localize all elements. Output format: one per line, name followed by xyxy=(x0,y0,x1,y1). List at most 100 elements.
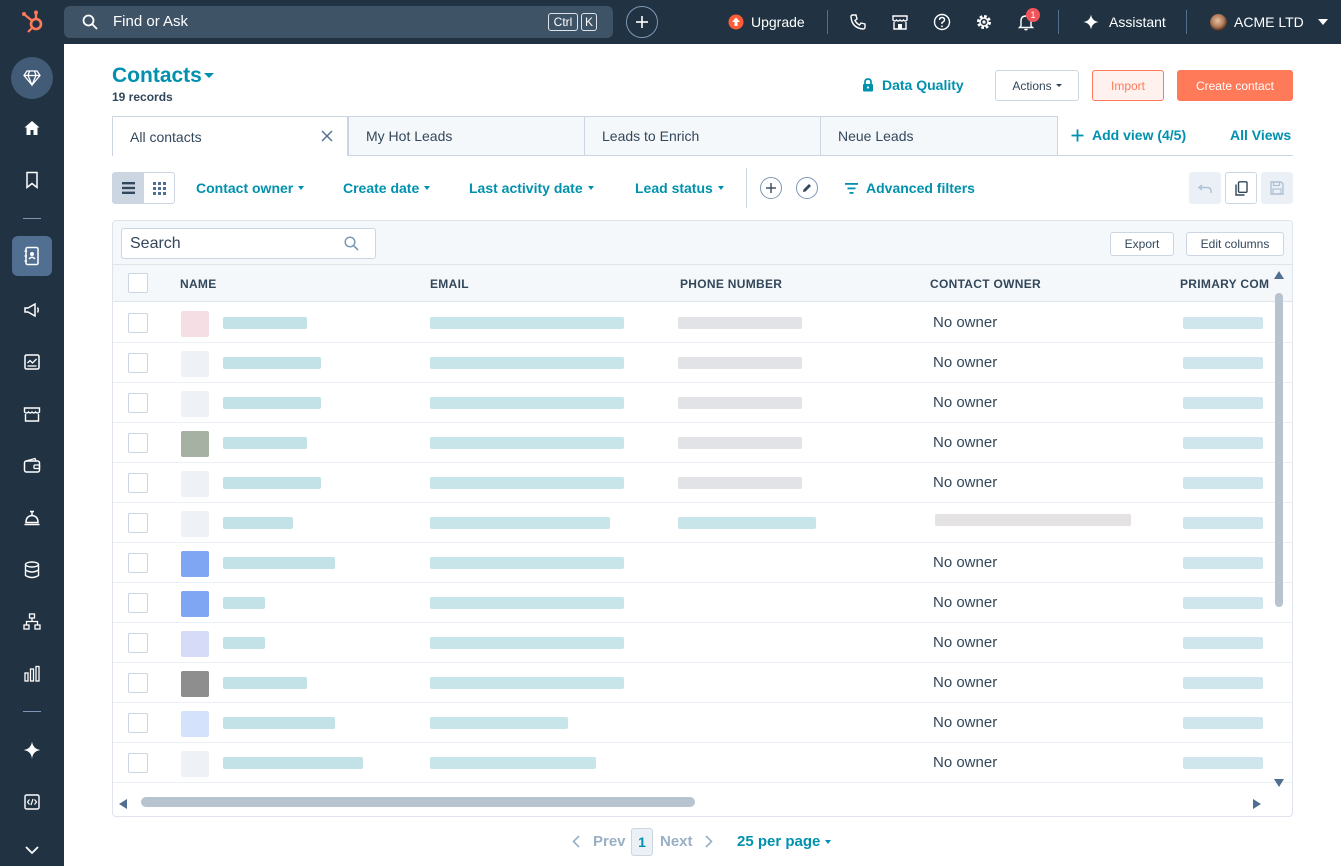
tab-neue-leads[interactable]: Neue Leads xyxy=(820,116,1058,156)
assistant-button[interactable]: Assistant xyxy=(1083,0,1166,44)
wallet-icon[interactable] xyxy=(22,456,42,476)
redacted-contact-name[interactable] xyxy=(223,557,335,569)
bookmark-icon[interactable] xyxy=(22,170,42,190)
sidebar-item-crm-active[interactable] xyxy=(12,236,52,276)
service-bell-icon[interactable] xyxy=(22,508,42,528)
undo-button[interactable] xyxy=(1189,172,1221,204)
help-icon[interactable] xyxy=(933,13,951,31)
edit-filters-button[interactable] xyxy=(796,177,818,199)
reports-chart-icon[interactable] xyxy=(22,664,42,684)
all-views-link[interactable]: All Views xyxy=(1230,127,1291,143)
marketplace-icon[interactable] xyxy=(891,13,909,31)
list-view-button[interactable] xyxy=(113,173,144,203)
redacted-contact-name[interactable] xyxy=(223,517,293,529)
row-checkbox[interactable] xyxy=(128,713,148,733)
row-checkbox[interactable] xyxy=(128,513,148,533)
tab-all-contacts[interactable]: All contacts xyxy=(112,116,348,156)
save-view-button[interactable] xyxy=(1261,172,1293,204)
phone-icon[interactable] xyxy=(849,13,867,31)
filter-lead-status[interactable]: Lead status xyxy=(635,180,724,196)
row-checkbox[interactable] xyxy=(128,553,148,573)
filter-last-activity-date[interactable]: Last activity date xyxy=(469,180,594,196)
table-search-input[interactable] xyxy=(130,234,330,254)
redacted-contact-name[interactable] xyxy=(223,477,321,489)
upgrade-button[interactable]: Upgrade xyxy=(728,0,805,44)
table-search[interactable] xyxy=(121,228,376,259)
redacted-contact-name[interactable] xyxy=(223,637,265,649)
table-row[interactable]: No owner xyxy=(113,463,1292,503)
table-row[interactable]: No owner xyxy=(113,543,1292,583)
close-icon[interactable] xyxy=(321,130,333,142)
page-title[interactable]: Contacts xyxy=(112,64,202,88)
table-row[interactable]: No owner xyxy=(113,623,1292,663)
filter-create-date[interactable]: Create date xyxy=(343,180,431,196)
row-checkbox[interactable] xyxy=(128,633,148,653)
row-checkbox[interactable] xyxy=(128,673,148,693)
current-page-button[interactable]: 1 xyxy=(631,828,653,856)
quick-create-button[interactable] xyxy=(626,6,658,38)
table-row[interactable]: No owner xyxy=(113,343,1292,383)
table-row[interactable]: No owner xyxy=(113,383,1292,423)
per-page-selector[interactable]: 25 per page xyxy=(737,833,832,850)
sidebar-item-bookmarks-home[interactable] xyxy=(11,57,53,99)
chevron-right-icon[interactable] xyxy=(705,835,713,848)
database-icon[interactable] xyxy=(22,560,42,580)
table-row[interactable]: No owner xyxy=(113,303,1292,343)
hubspot-logo-icon[interactable] xyxy=(20,9,46,35)
chevron-left-icon[interactable] xyxy=(572,835,580,848)
column-header-phone[interactable]: PHONE NUMBER xyxy=(680,277,782,291)
redacted-contact-name[interactable] xyxy=(223,357,321,369)
row-checkbox[interactable] xyxy=(128,593,148,613)
global-search-input[interactable]: Find or Ask Ctrl K xyxy=(64,6,613,38)
data-quality-button[interactable]: Data Quality xyxy=(862,77,964,93)
vertical-scrollbar[interactable] xyxy=(1275,293,1283,607)
redacted-contact-name[interactable] xyxy=(223,317,307,329)
table-row[interactable]: No owner xyxy=(113,703,1292,743)
edit-columns-button[interactable]: Edit columns xyxy=(1186,232,1284,256)
developer-code-icon[interactable] xyxy=(22,792,42,812)
horizontal-scrollbar[interactable] xyxy=(141,797,695,807)
commerce-store-icon[interactable] xyxy=(22,404,42,424)
content-icon[interactable] xyxy=(22,352,42,372)
tab-leads-to-enrich[interactable]: Leads to Enrich xyxy=(584,116,821,156)
add-view-button[interactable]: Add view (4/5) xyxy=(1071,127,1186,143)
add-filter-button[interactable] xyxy=(760,177,782,199)
actions-button[interactable]: Actions xyxy=(995,70,1079,101)
clone-view-button[interactable] xyxy=(1225,172,1257,204)
table-row[interactable]: No owner xyxy=(113,583,1292,623)
redacted-contact-name[interactable] xyxy=(223,757,363,769)
filter-contact-owner[interactable]: Contact owner xyxy=(196,180,305,196)
scroll-right-arrow-icon[interactable] xyxy=(1253,799,1261,809)
scroll-down-arrow-icon[interactable] xyxy=(1274,779,1284,787)
marketing-megaphone-icon[interactable] xyxy=(22,300,42,320)
export-button[interactable]: Export xyxy=(1110,232,1174,256)
redacted-contact-name[interactable] xyxy=(223,677,307,689)
redacted-contact-name[interactable] xyxy=(223,597,265,609)
sparkle-ai-icon[interactable] xyxy=(22,740,42,760)
scroll-left-arrow-icon[interactable] xyxy=(119,799,127,809)
table-row[interactable]: No owner xyxy=(113,423,1292,463)
advanced-filters-button[interactable]: Advanced filters xyxy=(845,180,975,196)
next-page-button[interactable]: Next xyxy=(660,833,693,850)
redacted-contact-name[interactable] xyxy=(223,437,307,449)
row-checkbox[interactable] xyxy=(128,353,148,373)
settings-gear-icon[interactable] xyxy=(975,13,993,31)
row-checkbox[interactable] xyxy=(128,313,148,333)
row-checkbox[interactable] xyxy=(128,473,148,493)
column-header-email[interactable]: EMAIL xyxy=(430,277,469,291)
table-row[interactable]: No owner xyxy=(113,743,1292,783)
column-header-primary-company[interactable]: PRIMARY COMI xyxy=(1180,277,1270,291)
column-header-contact-owner[interactable]: CONTACT OWNER xyxy=(930,277,1041,291)
chevron-down-icon[interactable] xyxy=(22,840,42,860)
row-checkbox[interactable] xyxy=(128,393,148,413)
select-all-checkbox[interactable] xyxy=(128,273,148,293)
redacted-contact-name[interactable] xyxy=(223,717,335,729)
create-contact-button[interactable]: Create contact xyxy=(1177,70,1293,101)
board-view-button[interactable] xyxy=(144,173,175,203)
row-checkbox[interactable] xyxy=(128,433,148,453)
column-header-name[interactable]: NAME xyxy=(180,277,217,291)
chevron-down-icon[interactable] xyxy=(204,73,214,78)
table-row[interactable]: No owner xyxy=(113,663,1292,703)
scroll-up-arrow-icon[interactable] xyxy=(1274,271,1284,279)
table-row[interactable] xyxy=(113,503,1292,543)
